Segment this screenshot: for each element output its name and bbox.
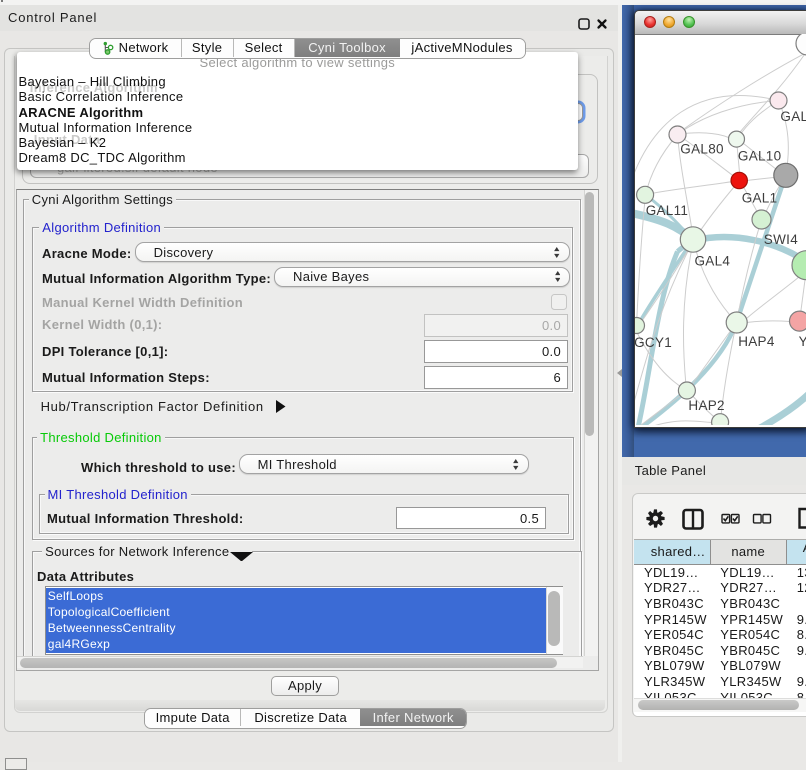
svg-text:SWI4: SWI4 <box>763 232 797 247</box>
svg-text:GAL: GAL <box>780 109 806 124</box>
svg-text:GAL10: GAL10 <box>737 148 781 163</box>
svg-text:GAL80: GAL80 <box>680 141 724 156</box>
svg-text:HAP4: HAP4 <box>738 334 775 349</box>
svg-text:GAL1: GAL1 <box>741 190 777 205</box>
svg-text:GAL11: GAL11 <box>645 203 688 218</box>
svg-text:GAL4: GAL4 <box>694 253 730 268</box>
svg-text:GCY1: GCY1 <box>635 335 672 350</box>
svg-text:HAP2: HAP2 <box>688 398 724 413</box>
svg-text:YJ: YJ <box>798 334 805 349</box>
